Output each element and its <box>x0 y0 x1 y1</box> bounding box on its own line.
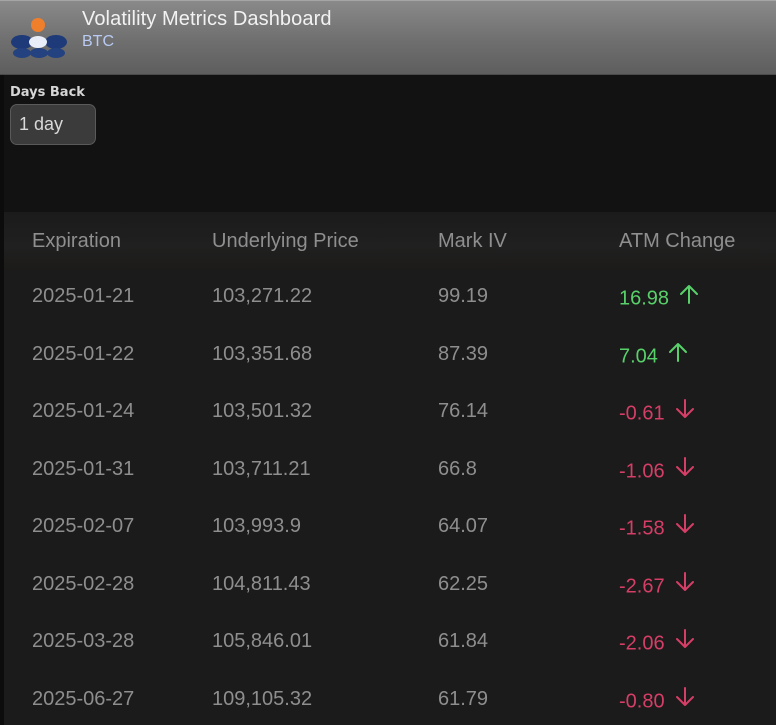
expiration-cell: 2025-01-24 <box>32 400 135 422</box>
mark-iv-cell: 61.79 <box>438 687 489 710</box>
column-header-expiration[interactable]: Expiration <box>32 230 121 253</box>
underlying-price-cell: 104,811.43 <box>212 572 311 595</box>
mark-iv-cell: 99.19 <box>438 285 489 307</box>
arrow-down-icon <box>675 398 695 426</box>
days-back-select[interactable]: 1 day <box>10 104 96 145</box>
table-row[interactable]: 2025-01-21 103,271.22 99.19 16.98 <box>4 269 776 326</box>
atm-change-value: -2.06 <box>619 632 665 655</box>
atm-change-cell: 7.04 <box>619 341 688 371</box>
atm-change-cell: -0.80 <box>619 686 695 716</box>
arrow-down-icon <box>675 686 695 714</box>
expiration-cell: 2025-01-31 <box>32 457 135 480</box>
expiration-cell: 2025-01-22 <box>32 342 135 365</box>
mark-iv-cell: 87.39 <box>438 342 489 365</box>
underlying-price-cell: 103,501.32 <box>212 400 313 422</box>
atm-change-cell: -1.06 <box>619 456 695 486</box>
column-header-mark-iv[interactable]: Mark IV <box>438 230 507 253</box>
dashboard-window: Volatility Metrics Dashboard BTC Days Ba… <box>0 0 776 725</box>
table-row[interactable]: 2025-03-28 105,846.01 61.84 -2.06 <box>4 614 776 671</box>
mark-iv-cell: 62.25 <box>438 572 489 595</box>
mark-iv-cell: 64.07 <box>438 515 489 537</box>
column-header-atm-change[interactable]: ATM Change <box>619 230 735 253</box>
underlying-price-cell: 105,846.01 <box>212 630 313 652</box>
expiration-cell: 2025-01-21 <box>32 285 135 307</box>
underlying-price-cell: 103,993.9 <box>212 515 301 537</box>
arrow-up-icon <box>668 341 688 369</box>
arrow-down-icon <box>675 513 695 541</box>
days-back-label: Days Back <box>10 85 85 100</box>
column-header-underlying-price[interactable]: Underlying Price <box>212 230 359 253</box>
atm-change-cell: -0.61 <box>619 398 695 428</box>
table-header: Expiration Underlying Price Mark IV ATM … <box>4 212 776 270</box>
atm-change-cell: -2.06 <box>619 628 695 658</box>
metrics-table: Expiration Underlying Price Mark IV ATM … <box>4 212 776 725</box>
app-title: Volatility Metrics Dashboard <box>82 8 332 30</box>
mark-iv-cell: 61.84 <box>438 630 489 652</box>
title-bar: Volatility Metrics Dashboard BTC <box>0 0 776 75</box>
atm-change-cell: -2.67 <box>619 571 695 601</box>
underlying-price-cell: 103,351.68 <box>212 342 313 365</box>
atm-change-value: -0.80 <box>619 689 665 712</box>
table-row[interactable]: 2025-06-27 109,105.32 61.79 -0.80 <box>4 672 776 725</box>
table-row[interactable]: 2025-01-24 103,501.32 76.14 -0.61 <box>4 384 776 441</box>
arrow-down-icon <box>675 571 695 599</box>
app-subtitle: BTC <box>82 33 114 50</box>
mark-iv-cell: 66.8 <box>438 457 477 480</box>
atm-change-value: -0.61 <box>619 402 665 425</box>
expiration-cell: 2025-02-07 <box>32 515 135 537</box>
underlying-price-cell: 103,271.22 <box>212 285 313 307</box>
table-row[interactable]: 2025-02-07 103,993.9 64.07 -1.58 <box>4 499 776 556</box>
atm-change-value: -1.06 <box>619 459 665 482</box>
atm-change-value: -1.58 <box>619 517 665 540</box>
table-row[interactable]: 2025-01-22 103,351.68 87.39 7.04 <box>4 327 776 384</box>
arrow-down-icon <box>675 628 695 656</box>
expiration-cell: 2025-02-28 <box>32 572 135 595</box>
expiration-cell: 2025-06-27 <box>32 687 135 710</box>
arrow-down-icon <box>675 456 695 484</box>
controls-panel <box>0 75 776 215</box>
underlying-price-cell: 103,711.21 <box>212 457 311 480</box>
expiration-cell: 2025-03-28 <box>32 630 135 652</box>
table-row[interactable]: 2025-01-31 103,711.21 66.8 -1.06 <box>4 442 776 499</box>
app-logo-icon <box>8 16 70 60</box>
arrow-up-icon <box>679 283 699 311</box>
table-row[interactable]: 2025-02-28 104,811.43 62.25 -2.67 <box>4 557 776 614</box>
atm-change-value: 16.98 <box>619 287 670 310</box>
atm-change-value: -2.67 <box>619 574 665 597</box>
underlying-price-cell: 109,105.32 <box>212 687 313 710</box>
mark-iv-cell: 76.14 <box>438 400 489 422</box>
atm-change-value: 7.04 <box>619 344 658 367</box>
atm-change-cell: -1.58 <box>619 513 695 543</box>
atm-change-cell: 16.98 <box>619 285 699 313</box>
